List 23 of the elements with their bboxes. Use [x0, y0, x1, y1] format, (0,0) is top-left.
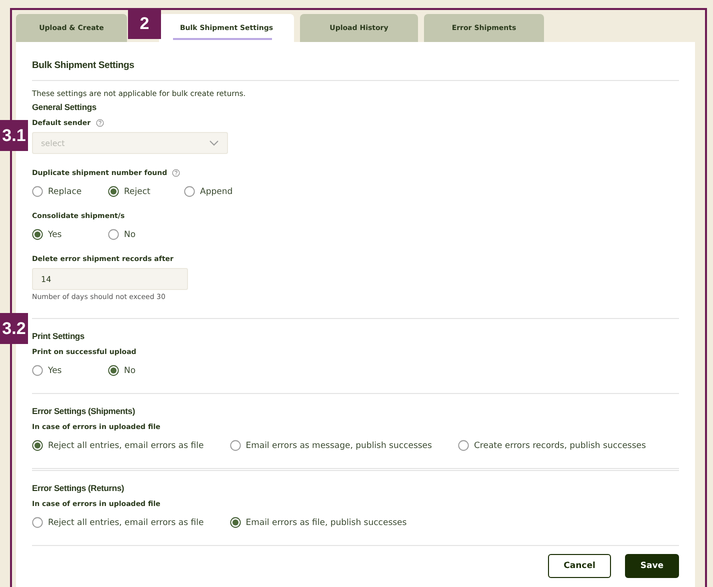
section-title: Error Settings (Shipments) [32, 406, 136, 416]
page-title: Bulk Shipment Settings [32, 60, 136, 71]
section-title: General Settings [32, 102, 98, 112]
radio-option[interactable]: Reject all entries, email errors as file [32, 440, 204, 451]
radio-option[interactable]: No [108, 365, 158, 376]
days-input[interactable]: 14 [32, 268, 188, 290]
radio-option[interactable]: Replace [32, 186, 82, 197]
radio-option[interactable]: Reject [108, 186, 158, 197]
radio-option[interactable]: Append [184, 186, 234, 197]
section-title: Error Settings (Returns) [32, 483, 126, 493]
cancel-button[interactable]: Cancel [548, 554, 611, 578]
step-badge: 3.1 [0, 120, 28, 151]
step-badge: 3.2 [0, 313, 28, 344]
radio-option[interactable]: Yes [32, 365, 82, 376]
section-title: Print Settings [32, 331, 86, 341]
radio-option[interactable]: Email errors as message, publish successes [230, 440, 432, 451]
radio-option[interactable]: No [108, 229, 158, 240]
radio-option[interactable]: Yes [32, 229, 82, 240]
step-badge: 2 [128, 8, 161, 39]
radio-option[interactable]: Email errors as file, publish successes [230, 517, 407, 528]
radio-option[interactable]: Reject all entries, email errors as file [32, 517, 204, 528]
radio-option[interactable]: Create errors records, publish successes [458, 440, 646, 451]
save-button[interactable]: Save [625, 554, 679, 578]
